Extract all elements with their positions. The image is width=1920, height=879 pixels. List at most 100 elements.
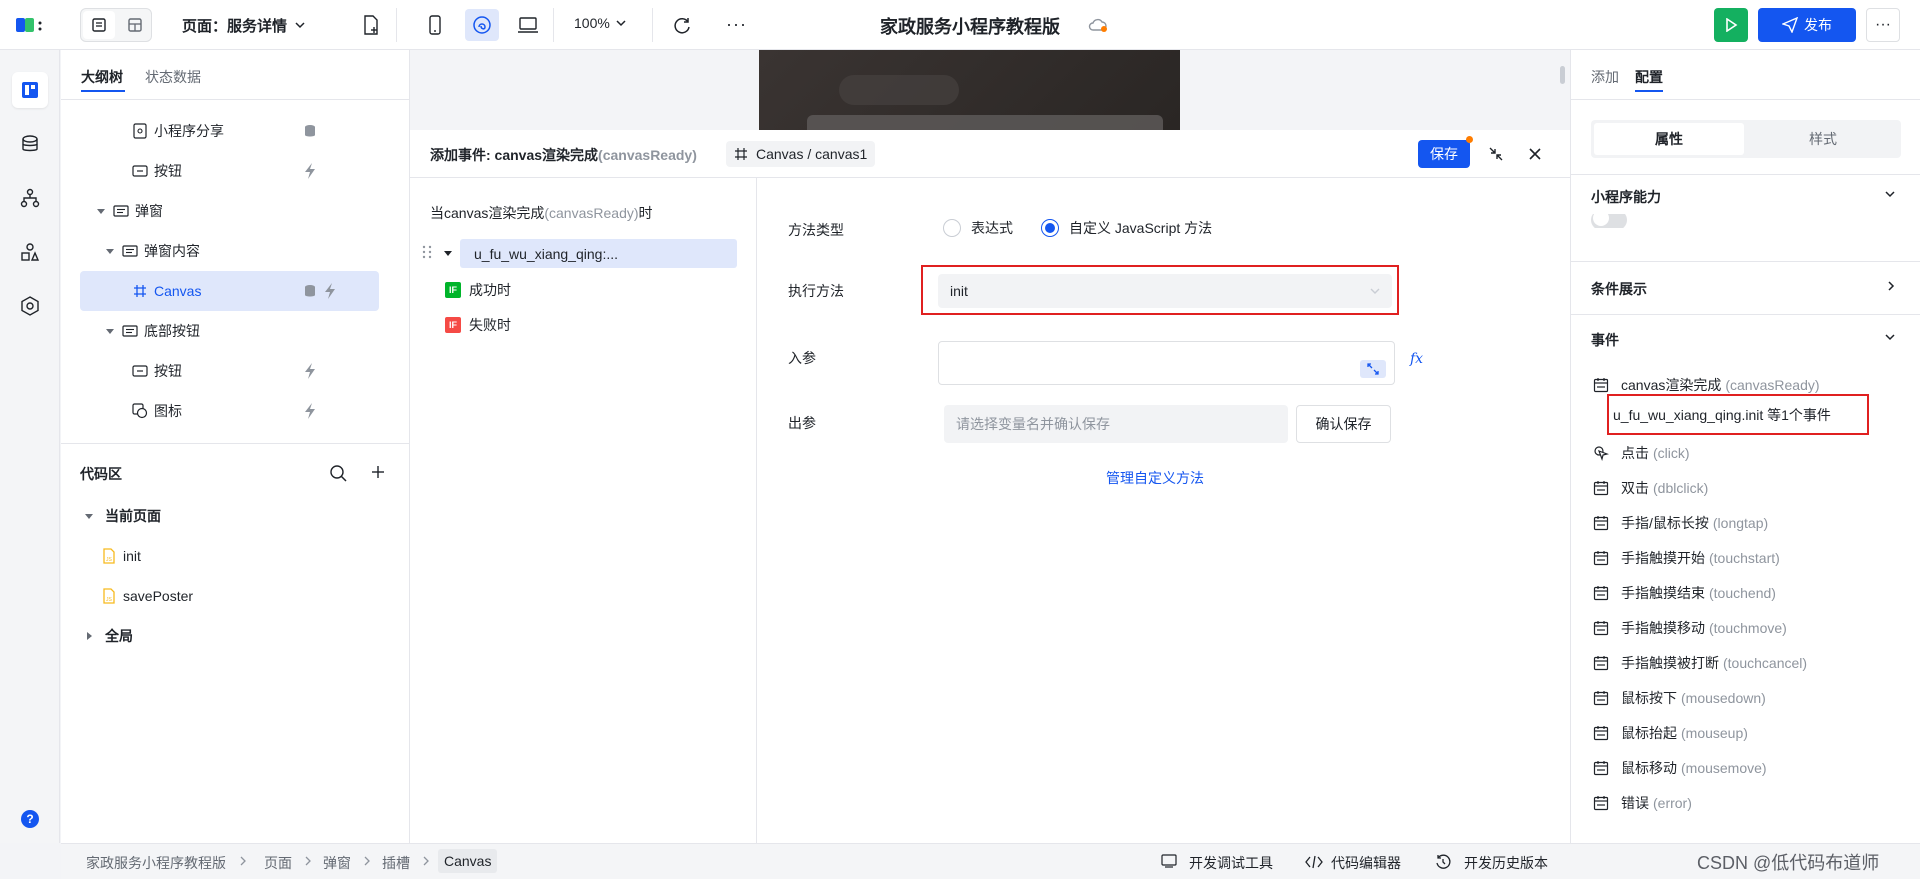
expand-icon[interactable] bbox=[1360, 360, 1386, 378]
components-icon[interactable] bbox=[12, 234, 48, 270]
caret-down-icon[interactable] bbox=[106, 247, 114, 255]
add-icon[interactable] bbox=[370, 464, 386, 480]
history-versions-button[interactable]: 开发历史版本 bbox=[1464, 853, 1548, 873]
event-mouseup[interactable]: 鼠标抬起 (mouseup) bbox=[1593, 721, 1748, 745]
output-variable-input[interactable]: 请选择变量名并确认保存 bbox=[944, 405, 1288, 443]
flow-icon[interactable] bbox=[12, 180, 48, 216]
tab-outline-tree[interactable]: 大纲树 bbox=[81, 67, 123, 87]
database-icon bbox=[304, 124, 316, 138]
event-mousedown[interactable]: 鼠标按下 (mousedown) bbox=[1593, 686, 1766, 710]
more-icon[interactable]: ··· bbox=[726, 14, 747, 35]
failure-branch[interactable]: IF 失败时 bbox=[445, 313, 511, 337]
caret-down-icon[interactable] bbox=[106, 327, 114, 335]
caret-right-icon[interactable] bbox=[85, 632, 93, 640]
tab-state-data[interactable]: 状态数据 bbox=[145, 67, 201, 87]
code-editor-button[interactable]: 代码编辑器 bbox=[1331, 853, 1401, 873]
drag-handle-icon[interactable] bbox=[422, 244, 432, 260]
tree-item-button[interactable]: 按钮 bbox=[61, 351, 410, 391]
confirm-save-button[interactable]: 确认保存 bbox=[1296, 405, 1391, 443]
layout-view-icon[interactable] bbox=[119, 11, 151, 39]
outline-panel-icon[interactable] bbox=[12, 72, 48, 108]
app-logo bbox=[16, 15, 44, 37]
tree-item-popup[interactable]: 弹窗 bbox=[61, 191, 410, 231]
code-group-global[interactable]: 全局 bbox=[61, 616, 410, 656]
tree-item-icon[interactable]: 图标 bbox=[61, 391, 410, 431]
event-mousemove[interactable]: 鼠标移动 (mousemove) bbox=[1593, 756, 1767, 780]
event-name: 手指/鼠标长按 bbox=[1621, 515, 1709, 531]
section-miniprogram-ability[interactable]: 小程序能力 bbox=[1591, 187, 1661, 207]
unsaved-dot bbox=[1466, 136, 1473, 143]
fx-icon[interactable]: fx bbox=[1410, 351, 1423, 367]
tree-item-label: 弹窗 bbox=[135, 203, 163, 219]
code-file-saveposter[interactable]: JS savePoster bbox=[61, 576, 410, 616]
success-branch[interactable]: IF 成功时 bbox=[445, 278, 511, 302]
calendar-icon bbox=[1593, 760, 1609, 776]
tab-config[interactable]: 配置 bbox=[1635, 67, 1663, 87]
calendar-icon bbox=[1593, 620, 1609, 636]
tree-item-button[interactable]: 按钮 bbox=[61, 151, 410, 191]
list-view-icon[interactable] bbox=[83, 11, 115, 39]
scrollbar-thumb[interactable] bbox=[1560, 66, 1565, 84]
chevron-down-icon[interactable] bbox=[1885, 332, 1895, 342]
refresh-icon[interactable] bbox=[672, 15, 692, 35]
desktop-preview-icon[interactable] bbox=[517, 15, 539, 35]
close-icon[interactable] bbox=[1528, 147, 1542, 161]
cloud-sync-icon[interactable] bbox=[1088, 17, 1108, 33]
debug-tools-button[interactable]: 开发调试工具 bbox=[1189, 853, 1273, 873]
radio-custom-js[interactable]: 自定义 JavaScript 方法 bbox=[1041, 218, 1212, 238]
tab-add[interactable]: 添加 bbox=[1591, 67, 1619, 87]
event-touchstart[interactable]: 手指触摸开始 (touchstart) bbox=[1593, 546, 1780, 570]
tree-item-popup-content[interactable]: 弹窗内容 bbox=[61, 231, 410, 271]
settings-icon[interactable] bbox=[12, 288, 48, 324]
database-icon[interactable] bbox=[12, 126, 48, 162]
breadcrumb-canvas[interactable]: Canvas bbox=[438, 849, 498, 873]
add-page-icon[interactable] bbox=[362, 15, 380, 35]
tree-item-miniprogram-share[interactable]: 小程序分享 bbox=[61, 111, 410, 151]
help-icon[interactable]: ? bbox=[21, 810, 39, 828]
breadcrumb-app[interactable]: 家政服务小程序教程版 bbox=[86, 853, 226, 873]
more-menu-button[interactable]: ··· bbox=[1866, 8, 1900, 42]
tree-item-bottom-button[interactable]: 底部按钮 bbox=[61, 311, 410, 351]
event-error[interactable]: 错误 (error) bbox=[1593, 791, 1692, 815]
caret-down-icon[interactable] bbox=[444, 250, 452, 258]
run-preview-button[interactable] bbox=[1714, 8, 1748, 42]
code-group-current-page[interactable]: 当前页面 bbox=[61, 496, 410, 536]
breadcrumb-slot[interactable]: 插槽 bbox=[382, 853, 410, 873]
manage-custom-methods-link[interactable]: 管理自定义方法 bbox=[1106, 468, 1204, 488]
outline-panel: 大纲树 状态数据 小程序分享 按钮 弹窗 弹窗内容 Canvas 底部按钮 按钮 bbox=[61, 50, 410, 843]
event-touchend[interactable]: 手指触摸结束 (touchend) bbox=[1593, 581, 1776, 605]
miniprogram-preview-icon[interactable] bbox=[465, 9, 499, 41]
tree-item-canvas-selected[interactable]: Canvas bbox=[80, 271, 379, 311]
toggle-switch[interactable] bbox=[1591, 214, 1627, 228]
caret-down-icon[interactable] bbox=[85, 512, 93, 520]
input-param-editor[interactable] bbox=[938, 341, 1395, 385]
event-click[interactable]: 点击 (click) bbox=[1593, 441, 1690, 465]
event-touchcancel[interactable]: 手指触摸被打断 (touchcancel) bbox=[1593, 651, 1807, 675]
search-icon[interactable] bbox=[329, 464, 347, 482]
code-file-init[interactable]: JS init bbox=[61, 536, 410, 576]
section-events[interactable]: 事件 bbox=[1591, 330, 1619, 350]
preview-image bbox=[759, 50, 1180, 130]
collapse-icon[interactable] bbox=[1488, 146, 1504, 162]
segment-properties[interactable]: 属性 bbox=[1594, 123, 1744, 155]
radio-expression[interactable]: 表达式 bbox=[943, 218, 1013, 238]
mobile-preview-icon[interactable] bbox=[428, 14, 442, 36]
segment-styles[interactable]: 样式 bbox=[1748, 123, 1898, 155]
button-icon bbox=[132, 363, 148, 379]
top-toolbar: 页面：服务详情 100% ··· 家政服务小程序教程版 发布 ··· bbox=[0, 0, 1920, 50]
breadcrumb-page[interactable]: 页面 bbox=[264, 853, 292, 873]
caret-down-icon[interactable] bbox=[97, 207, 105, 215]
event-touchmove[interactable]: 手指触摸移动 (touchmove) bbox=[1593, 616, 1787, 640]
event-dblclick[interactable]: 双击 (dblclick) bbox=[1593, 476, 1708, 500]
section-conditional-display[interactable]: 条件展示 bbox=[1591, 279, 1647, 299]
save-button[interactable]: 保存 bbox=[1418, 140, 1470, 168]
zoom-selector[interactable]: 100% bbox=[574, 15, 626, 31]
chevron-right-icon[interactable] bbox=[1887, 281, 1895, 291]
action-node[interactable]: u_fu_wu_xiang_qing:... bbox=[460, 239, 737, 268]
chevron-down-icon[interactable] bbox=[1885, 189, 1895, 199]
publish-button[interactable]: 发布 bbox=[1758, 8, 1856, 42]
breadcrumb-popup[interactable]: 弹窗 bbox=[323, 853, 351, 873]
page-selector[interactable]: 页面：服务详情 bbox=[182, 14, 305, 36]
calendar-icon bbox=[1593, 515, 1609, 531]
event-longtap[interactable]: 手指/鼠标长按 (longtap) bbox=[1593, 511, 1768, 535]
